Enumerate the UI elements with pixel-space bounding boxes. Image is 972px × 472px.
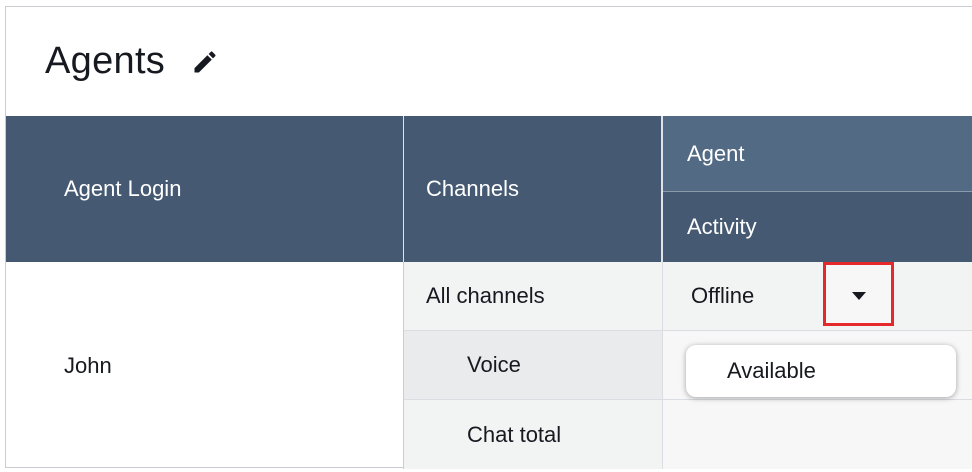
activity-dropdown-menu: Available: [686, 345, 956, 397]
column-header-agent-login[interactable]: Agent Login: [6, 116, 403, 262]
widget-header: Agents: [6, 7, 972, 116]
column-header-label: Activity: [687, 214, 757, 239]
channel-label: Chat total: [467, 421, 562, 447]
caret-down-icon: [851, 292, 866, 300]
channel-row-voice: Voice: [404, 331, 663, 400]
column-header-label: Channels: [426, 176, 519, 201]
agent-activity-status: Offline: [691, 283, 755, 308]
column-header-label: Agent Login: [64, 176, 182, 201]
column-header-subgroup: Activity: [663, 192, 972, 262]
channel-row-chat-total: Chat total: [404, 400, 663, 469]
agents-table-widget: Agents Agent Login Channels Agent Activi…: [5, 6, 972, 469]
agent-login-cell: John: [6, 262, 404, 469]
activity-dropdown-button[interactable]: [823, 262, 894, 326]
widget-title: Agents: [45, 40, 166, 82]
dropdown-option-available[interactable]: Available: [727, 358, 816, 384]
column-header-group: Agent: [663, 116, 972, 191]
channel-label: All channels: [426, 283, 545, 308]
channel-label: Voice: [467, 352, 521, 377]
channel-row-all: All channels: [404, 262, 663, 331]
activity-cell-empty: [663, 400, 972, 469]
column-header-agent-activity[interactable]: Agent Activity: [663, 116, 972, 262]
agent-activity-cell[interactable]: Offline: [663, 262, 972, 331]
agent-name: John: [64, 352, 112, 378]
pencil-icon[interactable]: [191, 48, 219, 76]
column-header-label: Agent: [687, 140, 745, 166]
column-header-channels[interactable]: Channels: [404, 116, 661, 262]
